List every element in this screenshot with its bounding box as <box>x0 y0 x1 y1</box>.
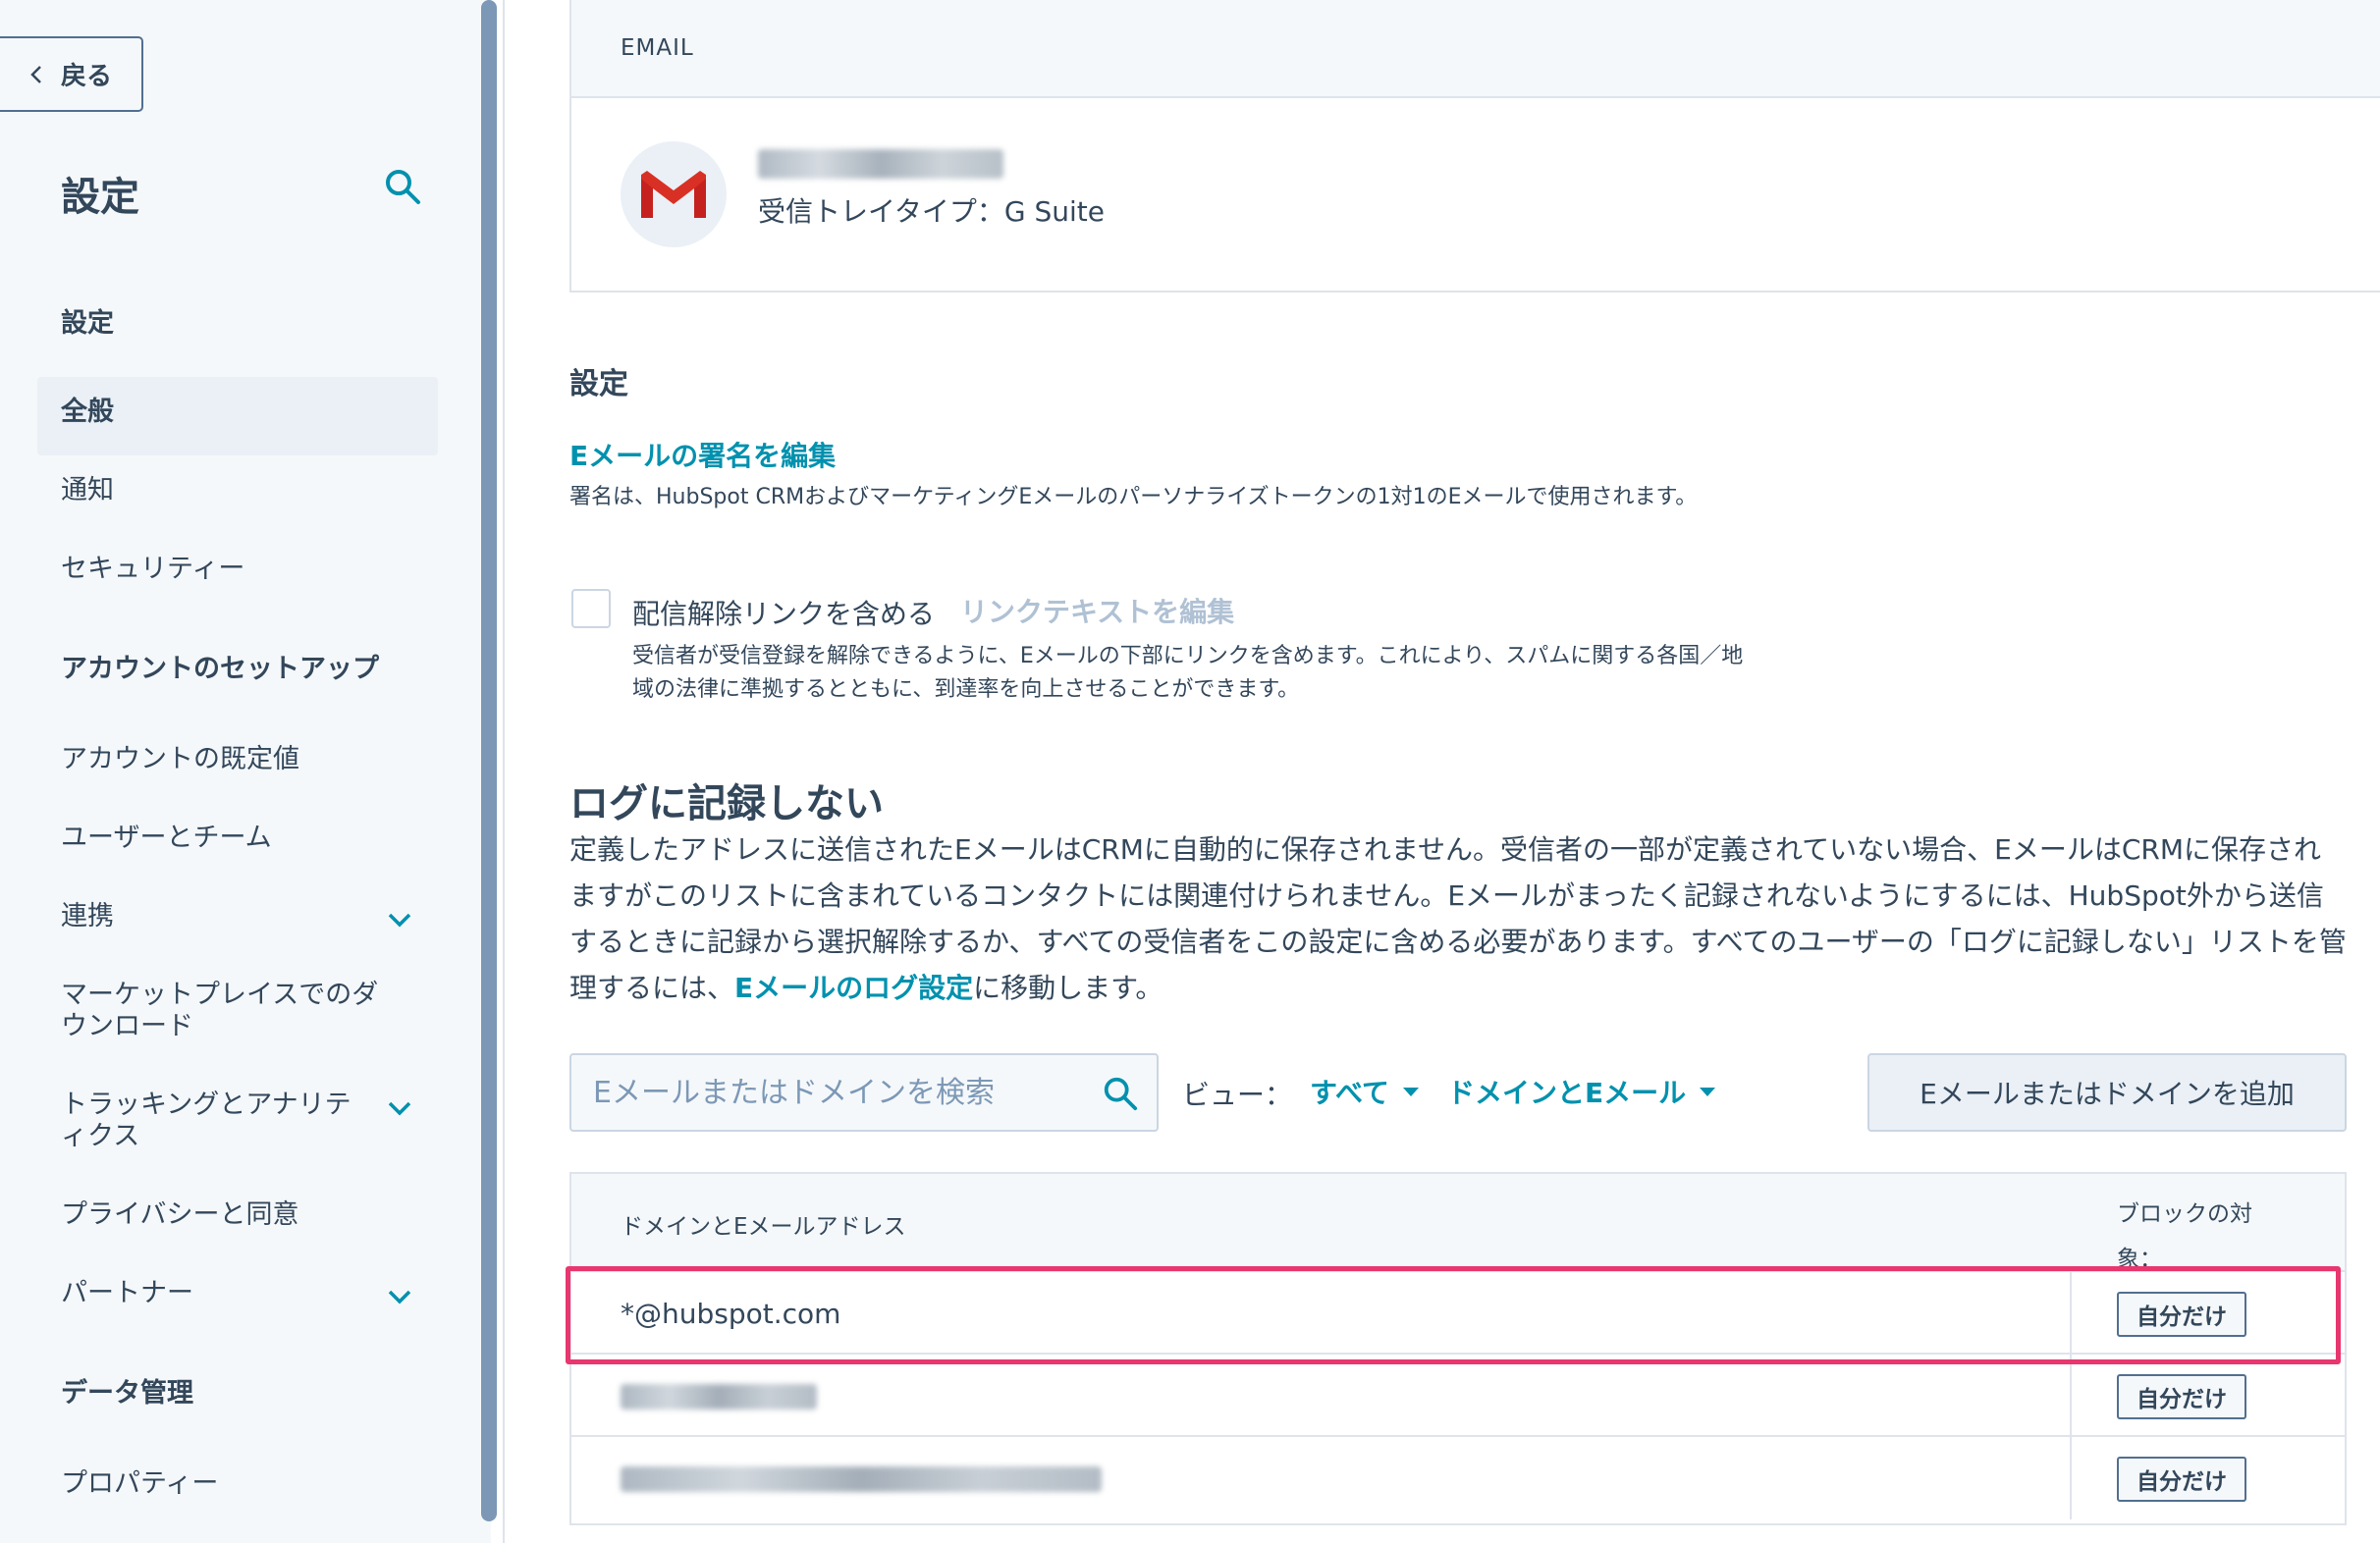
never-log-description: 定義したアドレスに送信されたEメールはCRMに自動的に保存されません。受信者の一… <box>569 826 2347 1011</box>
add-email-domain-button[interactable]: Eメールまたはドメインを追加 <box>1867 1053 2347 1132</box>
email-log-settings-link[interactable]: Eメールのログ設定 <box>734 972 973 1004</box>
sidebar-item-notifications[interactable]: 通知 <box>61 475 114 506</box>
view-filter-type-label: ドメインとEメール <box>1447 1077 1687 1109</box>
never-log-table: ドメインとEメールアドレス ブロックの対象： *@hubspot.com 自分だ… <box>569 1172 2347 1525</box>
sidebar-item-partner[interactable]: パートナー <box>61 1278 193 1309</box>
row-domain-value: *@hubspot.com <box>621 1298 841 1330</box>
chevron-left-icon <box>30 65 41 83</box>
chevron-down-icon[interactable] <box>383 1091 416 1125</box>
redacted-domain-value <box>621 1384 817 1410</box>
settings-sidebar: 戻る 設定 設定 全般 通知 セキュリティー アカウントのセットアップ アカウン… <box>0 0 497 1543</box>
view-label: ビュー： <box>1182 1079 1293 1111</box>
table-row: 自分だけ <box>571 1355 2345 1437</box>
include-unsubscribe-label[interactable]: 配信解除リンクを含める <box>632 593 935 632</box>
column-divider <box>2070 1272 2072 1353</box>
sidebar-item-marketplace-downloads[interactable]: マーケットプレイスでのダウンロード <box>61 980 405 1042</box>
sidebar-item-users-teams[interactable]: ユーザーとチーム <box>61 823 272 854</box>
sidebar-section-settings: 設定 <box>61 308 114 339</box>
edit-link-text-link[interactable]: リンクテキストを編集 <box>960 591 1234 630</box>
redacted-email-address <box>758 149 1003 179</box>
table-row: 自分だけ <box>571 1437 2345 1519</box>
sidebar-item-integrations[interactable]: 連携 <box>61 901 114 932</box>
search-icon[interactable] <box>1102 1075 1139 1112</box>
view-filter-all-dropdown[interactable]: すべて <box>1310 1072 1419 1111</box>
search-input[interactable] <box>591 1055 1082 1130</box>
view-filter-all-label: すべて <box>1310 1077 1389 1109</box>
email-card-header: EMAIL <box>571 0 2380 98</box>
scope-badge: 自分だけ <box>2117 1292 2246 1337</box>
caret-down-icon <box>1700 1087 1716 1096</box>
view-filter-type-dropdown[interactable]: ドメインとEメール <box>1447 1072 1716 1111</box>
table-row: *@hubspot.com 自分だけ <box>571 1272 2345 1355</box>
sidebar-item-tracking-analytics[interactable]: トラッキングとアナリティクス <box>61 1090 375 1152</box>
main-content: EMAIL 受信トレイタイプ：G Suite 設定 Eメールの署名を編集 署名は… <box>505 0 2380 1543</box>
sidebar-scrollbar[interactable] <box>481 0 497 1521</box>
scope-badge: 自分だけ <box>2117 1374 2246 1419</box>
sidebar-item-properties[interactable]: プロパティー <box>61 1468 218 1500</box>
column-divider <box>2070 1355 2072 1435</box>
never-log-description-tail: に移動します。 <box>973 972 1163 1004</box>
sidebar-item-security[interactable]: セキュリティー <box>61 554 244 585</box>
settings-heading: 設定 <box>569 367 628 401</box>
sidebar-item-account-defaults[interactable]: アカウントの既定値 <box>61 744 299 775</box>
inbox-type-label: 受信トレイタイプ：G Suite <box>758 195 1105 228</box>
column-header-block-scope: ブロックの対象： <box>2117 1201 2252 1272</box>
edit-signature-link[interactable]: Eメールの署名を編集 <box>569 435 836 474</box>
search-box <box>569 1053 1159 1132</box>
chevron-down-icon[interactable] <box>383 1280 416 1313</box>
sidebar-section-account-setup: アカウントのセットアップ <box>61 654 379 684</box>
chevron-down-icon[interactable] <box>383 903 416 936</box>
sidebar-item-privacy-consent[interactable]: プライバシーと同意 <box>61 1199 298 1231</box>
table-header: ドメインとEメールアドレス ブロックの対象： <box>571 1174 2345 1272</box>
scope-badge: 自分だけ <box>2117 1457 2246 1502</box>
include-unsubscribe-checkbox[interactable] <box>571 589 611 628</box>
connected-email-card: EMAIL 受信トレイタイプ：G Suite <box>569 0 2380 293</box>
gmail-icon <box>621 141 727 247</box>
search-icon[interactable] <box>383 167 422 206</box>
signature-description: 署名は、HubSpot CRMおよびマーケティングEメールのパーソナライズトーク… <box>569 485 1698 509</box>
caret-down-icon <box>1402 1087 1419 1096</box>
sidebar-section-data-management: データ管理 <box>61 1378 193 1409</box>
sidebar-item-general[interactable]: 全般 <box>61 397 114 428</box>
email-card-header-label: EMAIL <box>621 35 694 61</box>
unsubscribe-description: 受信者が受信登録を解除できるように、Eメールの下部にリンクを含めます。これにより… <box>632 644 1744 702</box>
column-header-domain: ドメインとEメールアドレス <box>621 1214 906 1240</box>
sidebar-title: 設定 <box>61 175 139 220</box>
back-button[interactable]: 戻る <box>0 36 143 112</box>
redacted-email-value <box>621 1466 1102 1492</box>
never-log-heading: ログに記録しない <box>569 781 884 826</box>
back-button-label: 戻る <box>61 61 113 90</box>
column-divider <box>2070 1437 2072 1519</box>
